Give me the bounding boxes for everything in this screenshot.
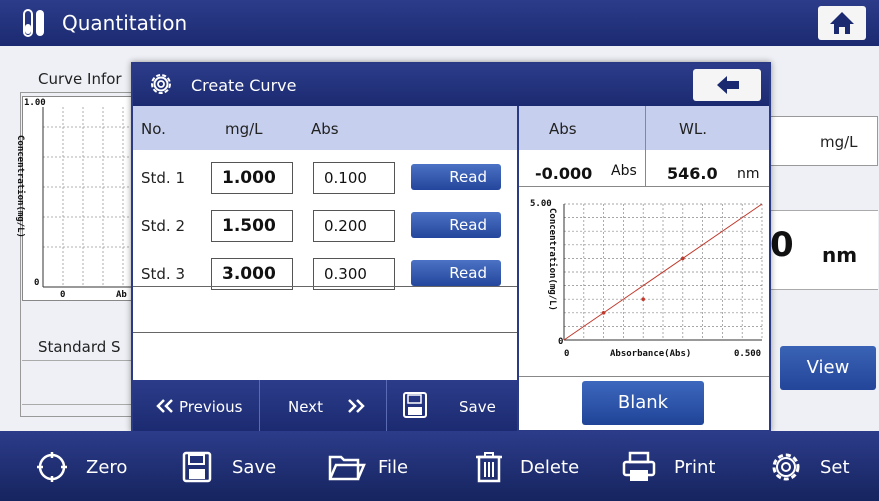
- row-label: Std. 2: [141, 217, 186, 235]
- view-button[interactable]: View: [780, 346, 876, 390]
- row-divider: [133, 332, 517, 333]
- concentration-input[interactable]: 1.000: [211, 162, 293, 194]
- print-button[interactable]: Print: [622, 451, 732, 483]
- x-tick-label: 0: [564, 349, 569, 359]
- background-chart: [22, 96, 142, 301]
- header-bottom-line: [519, 186, 769, 187]
- test-tube-icon: [23, 9, 44, 37]
- title-bar: Quantitation: [0, 0, 879, 46]
- x-axis-label: Absorbance(Abs): [610, 349, 691, 359]
- background-wavelength-digit: 0: [770, 225, 794, 265]
- bottom-toolbar: Zero Save File Delete Print Set: [0, 431, 879, 501]
- arrow-left-icon: [717, 76, 739, 94]
- panel-divider: [517, 106, 519, 432]
- zero-target-icon: [37, 452, 67, 482]
- folder-icon: [328, 455, 366, 481]
- blank-button[interactable]: Blank: [582, 381, 704, 425]
- background-unit-mgl: mg/L: [820, 133, 858, 151]
- printer-icon: [622, 451, 656, 481]
- dialog-title-bar: Create Curve: [133, 64, 769, 106]
- header-no: No.: [141, 120, 166, 138]
- current-absorbance: -0.000: [535, 164, 593, 183]
- absorbance-input[interactable]: 0.200: [313, 210, 395, 242]
- window-title: Quantitation: [62, 11, 188, 35]
- floppy-disk-icon: [182, 451, 212, 483]
- data-point: [641, 297, 645, 301]
- gear-icon: [772, 453, 800, 481]
- home-button[interactable]: [818, 6, 866, 40]
- set-label: Set: [820, 457, 850, 478]
- row-label: Std. 1: [141, 169, 186, 187]
- background-unit-nm: nm: [822, 243, 858, 267]
- previous-label: Previous: [179, 398, 243, 416]
- table-row: Std. 3 3.000 0.300 Read: [133, 250, 517, 300]
- absorbance-input[interactable]: 0.100: [313, 162, 395, 194]
- create-curve-dialog: Create Curve No. mg/L Abs Abs WL. Std. 1…: [131, 62, 771, 432]
- header-divider: [645, 106, 646, 186]
- zero-button[interactable]: Zero: [36, 451, 136, 483]
- table-row: Std. 1 1.000 0.100 Read: [133, 154, 517, 204]
- background-chart-origin: 0: [34, 278, 40, 288]
- background-chart-y-max: 1.00: [24, 98, 46, 108]
- set-button[interactable]: Set: [770, 451, 870, 483]
- delete-button[interactable]: Delete: [474, 451, 604, 483]
- wavelength-unit: nm: [737, 166, 760, 182]
- read-button[interactable]: Read: [411, 260, 501, 286]
- row-label: Std. 3: [141, 265, 186, 283]
- table-row: Std. 2 1.500 0.200 Read: [133, 202, 517, 252]
- data-point: [681, 256, 685, 261]
- dialog-save-button[interactable]: Save: [387, 380, 517, 432]
- y-tick-label: 0: [558, 337, 563, 347]
- standard-label: Standard S: [38, 338, 121, 356]
- save-label: Save: [232, 457, 277, 478]
- next-label: Next: [288, 398, 323, 416]
- double-chevron-right-icon: [348, 399, 365, 413]
- curve-info-label: Curve Infor: [38, 70, 122, 88]
- header-abs: Abs: [311, 120, 339, 138]
- file-label: File: [378, 457, 409, 478]
- double-chevron-left-icon: [156, 399, 173, 413]
- background-chart-x-label: Ab: [116, 290, 127, 300]
- print-label: Print: [674, 457, 716, 478]
- chart-bottom-line: [519, 376, 769, 377]
- header-abs-right: Abs: [549, 120, 577, 138]
- save-button[interactable]: Save: [182, 451, 282, 483]
- read-button[interactable]: Read: [411, 164, 501, 190]
- dialog-nav-bar: Previous Next Save: [133, 380, 517, 432]
- gear-icon: [151, 74, 171, 94]
- home-icon: [830, 12, 854, 34]
- back-button[interactable]: [693, 69, 761, 101]
- background-standard-rows: [22, 360, 142, 405]
- concentration-input[interactable]: 1.500: [211, 210, 293, 242]
- dialog-save-label: Save: [459, 398, 496, 416]
- dialog-title: Create Curve: [191, 76, 297, 95]
- zero-label: Zero: [86, 457, 128, 478]
- y-axis-label: Concentration(mg/L): [547, 208, 558, 311]
- header-wl: WL.: [679, 120, 707, 138]
- wavelength-value: 546.0: [667, 164, 718, 183]
- next-button[interactable]: Next: [260, 380, 385, 432]
- floppy-disk-icon: [403, 392, 427, 418]
- data-point: [601, 311, 606, 315]
- trash-icon: [476, 452, 502, 483]
- measurement-header: Abs WL.: [519, 106, 769, 150]
- delete-label: Delete: [520, 457, 580, 478]
- previous-button[interactable]: Previous: [133, 380, 258, 432]
- x-tick-label: 0.500: [734, 349, 761, 359]
- row-divider: [133, 286, 517, 287]
- table-header: No. mg/L Abs: [133, 106, 517, 150]
- background-chart-x-origin: 0: [60, 290, 66, 300]
- file-button[interactable]: File: [328, 451, 428, 483]
- background-chart-grid: [42, 107, 141, 288]
- background-chart-y-label: Concentration(mg/L): [15, 135, 25, 238]
- header-conc: mg/L: [225, 120, 263, 138]
- calibration-chart: 5.00 0 0 0.500 Absorbance(Abs) Concentra…: [530, 199, 763, 359]
- read-button[interactable]: Read: [411, 212, 501, 238]
- absorbance-unit: Abs: [611, 163, 637, 179]
